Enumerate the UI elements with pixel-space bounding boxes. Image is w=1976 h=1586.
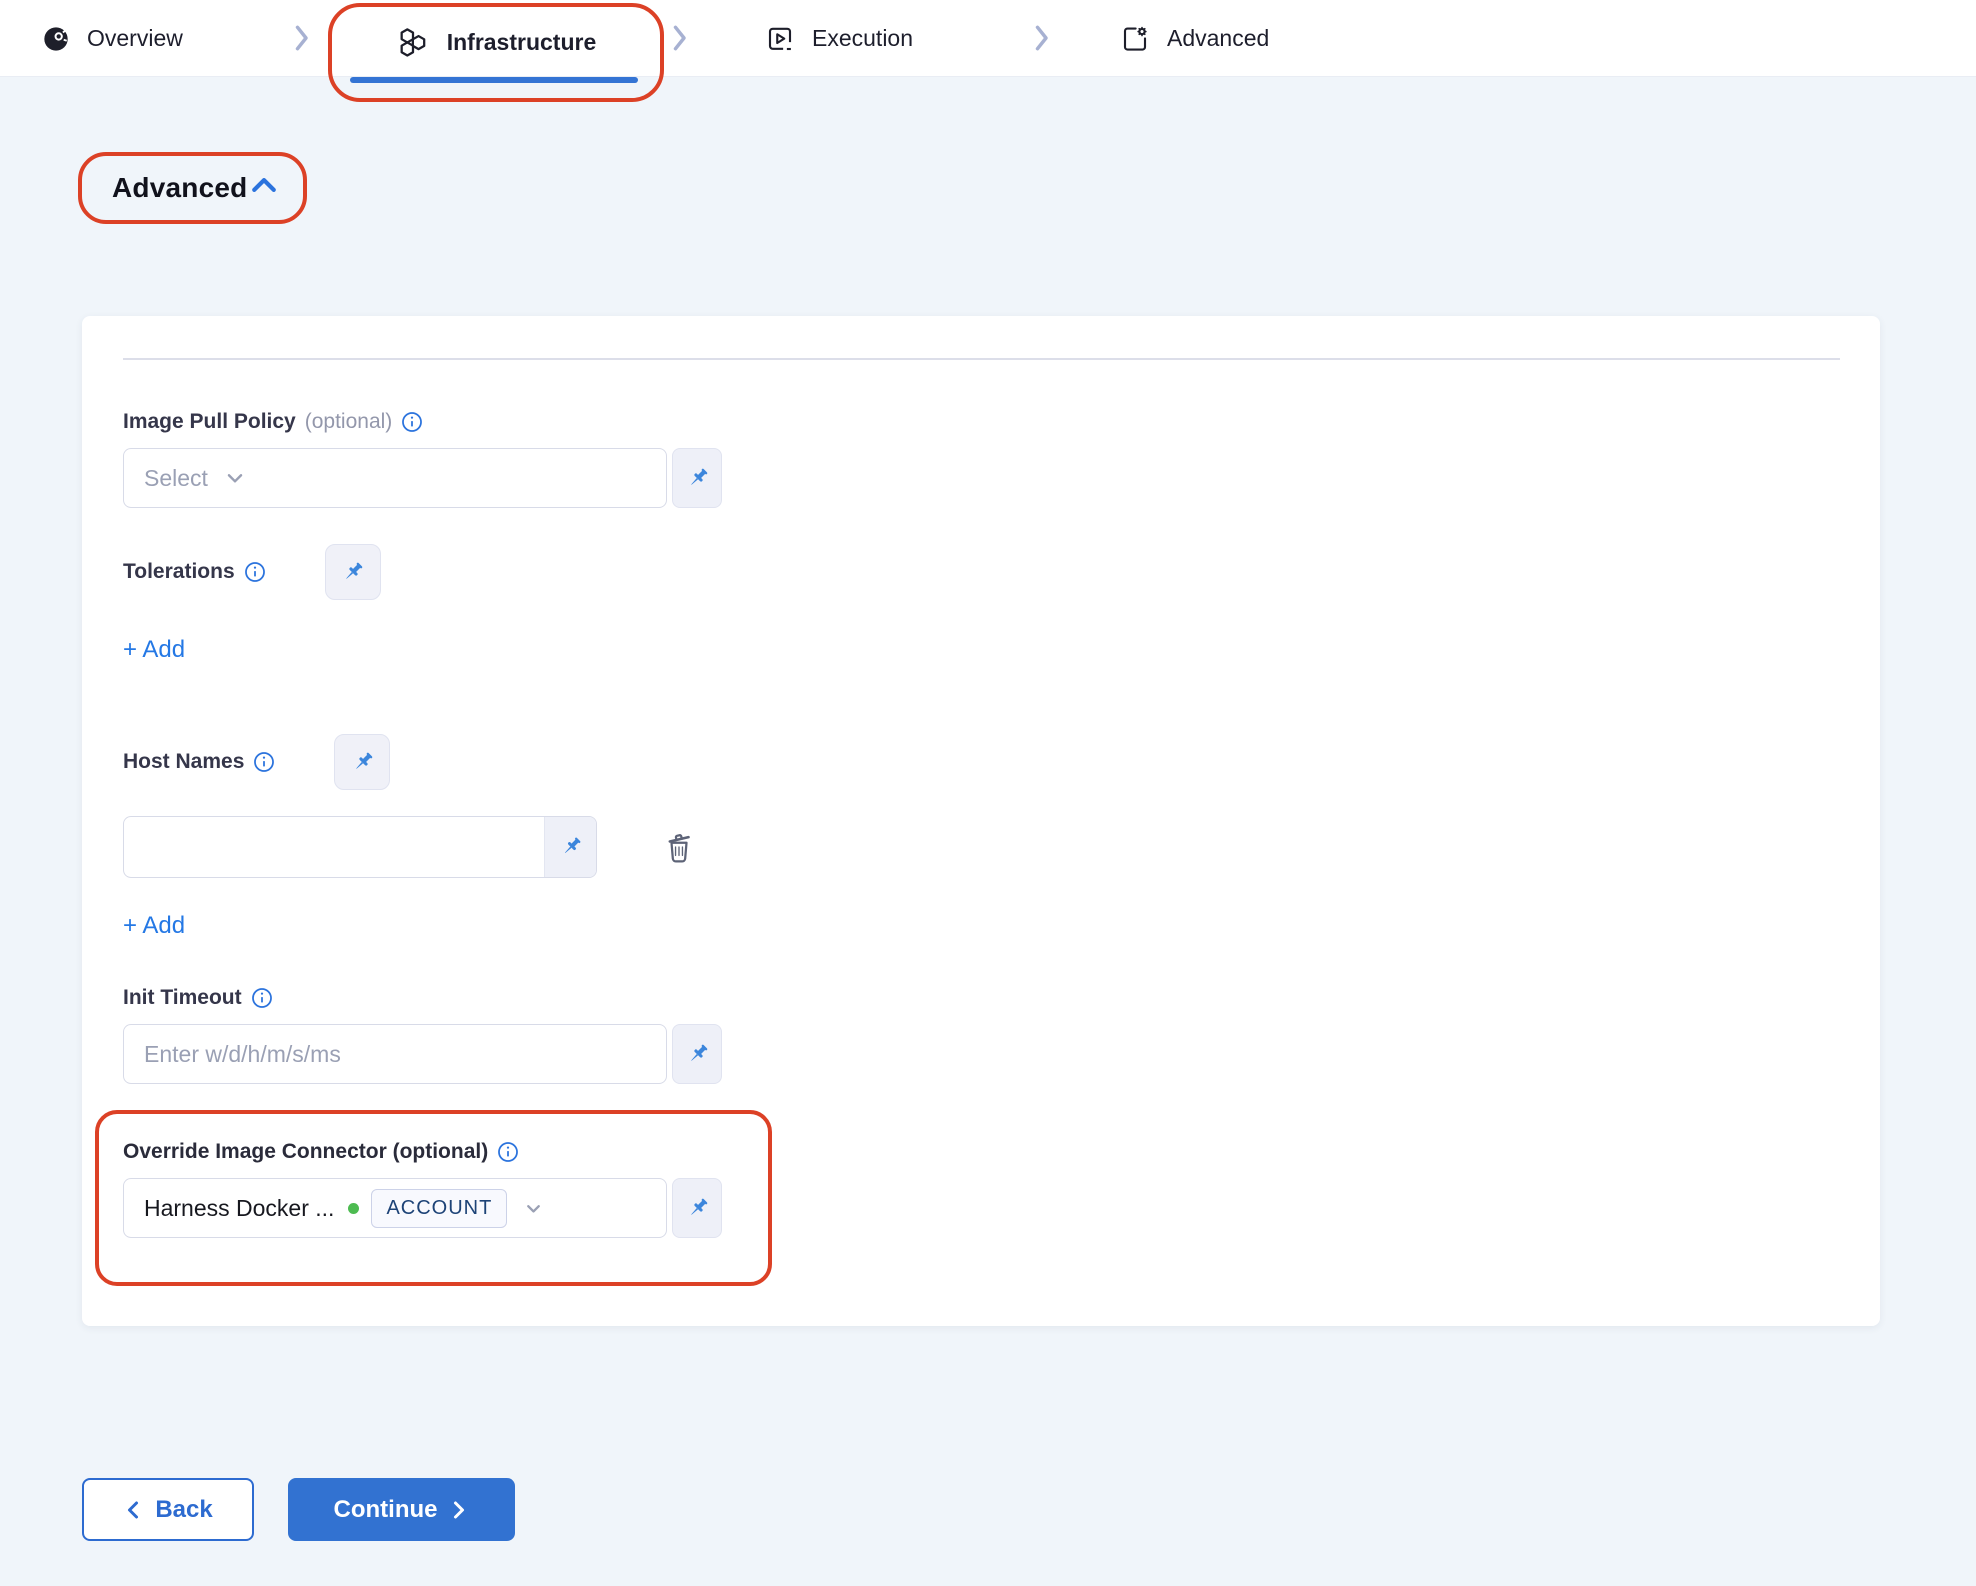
continue-button-label: Continue (334, 1496, 438, 1524)
connector-status-dot (348, 1203, 359, 1214)
chevron-down-icon (523, 1198, 544, 1219)
card-divider (123, 358, 1840, 360)
chevron-right-separator-icon (671, 22, 688, 54)
host-names-label: Host Names (123, 750, 244, 774)
pin-runtime-input-button[interactable] (672, 448, 722, 508)
active-tab-underline (350, 77, 638, 83)
optional-hint: (optional) (305, 410, 393, 434)
image-pull-policy-select[interactable]: Select (123, 448, 667, 508)
advanced-settings-card: Image Pull Policy (optional) Select Tole… (82, 316, 1880, 1326)
pipeline-stage-tabs: Overview Infrastructure (0, 0, 1976, 77)
pin-runtime-input-button[interactable] (334, 734, 390, 790)
tab-label: Overview (87, 25, 183, 52)
init-timeout-label: Init Timeout (123, 986, 242, 1010)
back-button-label: Back (155, 1496, 212, 1524)
tab-overview[interactable]: Overview (42, 0, 183, 77)
pin-runtime-input-button[interactable] (672, 1024, 722, 1084)
infrastructure-icon (396, 27, 430, 59)
advanced-section-title[interactable]: Advanced (112, 172, 247, 204)
connector-name: Harness Docker ... (144, 1195, 334, 1222)
field-image-pull-policy: Image Pull Policy (optional) Select (123, 410, 1840, 508)
image-pull-policy-label: Image Pull Policy (123, 410, 296, 434)
execution-icon (765, 24, 795, 54)
tab-label: Execution (812, 25, 913, 52)
continue-button[interactable]: Continue (288, 1478, 515, 1541)
chevron-right-separator-icon (1033, 22, 1050, 54)
connector-scope-badge: ACCOUNT (371, 1189, 507, 1228)
select-placeholder: Select (144, 465, 208, 492)
chevron-right-icon (449, 1498, 469, 1522)
annotation-ring-advanced-section: Advanced (78, 152, 307, 224)
override-image-connector-label: Override Image Connector (optional) (123, 1140, 488, 1164)
tab-infrastructure[interactable]: Infrastructure (332, 4, 660, 81)
init-timeout-input[interactable] (144, 1041, 648, 1068)
host-name-input[interactable] (124, 817, 544, 877)
chevron-up-collapse-icon[interactable] (249, 174, 279, 196)
pin-runtime-input-button[interactable] (325, 544, 381, 600)
info-icon[interactable] (401, 411, 423, 433)
tolerations-label: Tolerations (123, 560, 235, 584)
info-icon[interactable] (251, 987, 273, 1009)
pin-runtime-input-button[interactable] (672, 1178, 722, 1238)
field-host-names: Host Names (123, 734, 1840, 940)
tab-execution[interactable]: Execution (765, 0, 913, 77)
tab-label: Advanced (1167, 25, 1269, 52)
annotation-ring-infrastructure-tab: Infrastructure (328, 3, 664, 102)
info-icon[interactable] (497, 1141, 519, 1163)
tolerations-add-link[interactable]: + Add (123, 636, 185, 664)
tab-advanced[interactable]: Advanced (1120, 0, 1269, 77)
field-tolerations: Tolerations + Add (123, 544, 1840, 664)
chevron-left-icon (123, 1498, 143, 1522)
wizard-footer: Back Continue (82, 1478, 1976, 1541)
field-init-timeout: Init Timeout (123, 986, 1840, 1084)
advanced-gear-icon (1120, 24, 1150, 54)
pin-runtime-input-button[interactable] (544, 817, 596, 877)
chevron-down-icon (224, 467, 246, 489)
annotation-ring-override-image-connector: Override Image Connector (optional) Harn… (95, 1110, 772, 1286)
override-image-connector-select[interactable]: Harness Docker ... ACCOUNT (123, 1178, 667, 1238)
host-names-add-link[interactable]: + Add (123, 912, 185, 940)
delete-row-trash-icon[interactable] (661, 829, 697, 865)
back-button[interactable]: Back (82, 1478, 254, 1541)
overview-icon (42, 25, 70, 53)
tab-label: Infrastructure (447, 29, 597, 56)
chevron-right-separator-icon (293, 22, 310, 54)
info-icon[interactable] (253, 751, 275, 773)
info-icon[interactable] (244, 561, 266, 583)
